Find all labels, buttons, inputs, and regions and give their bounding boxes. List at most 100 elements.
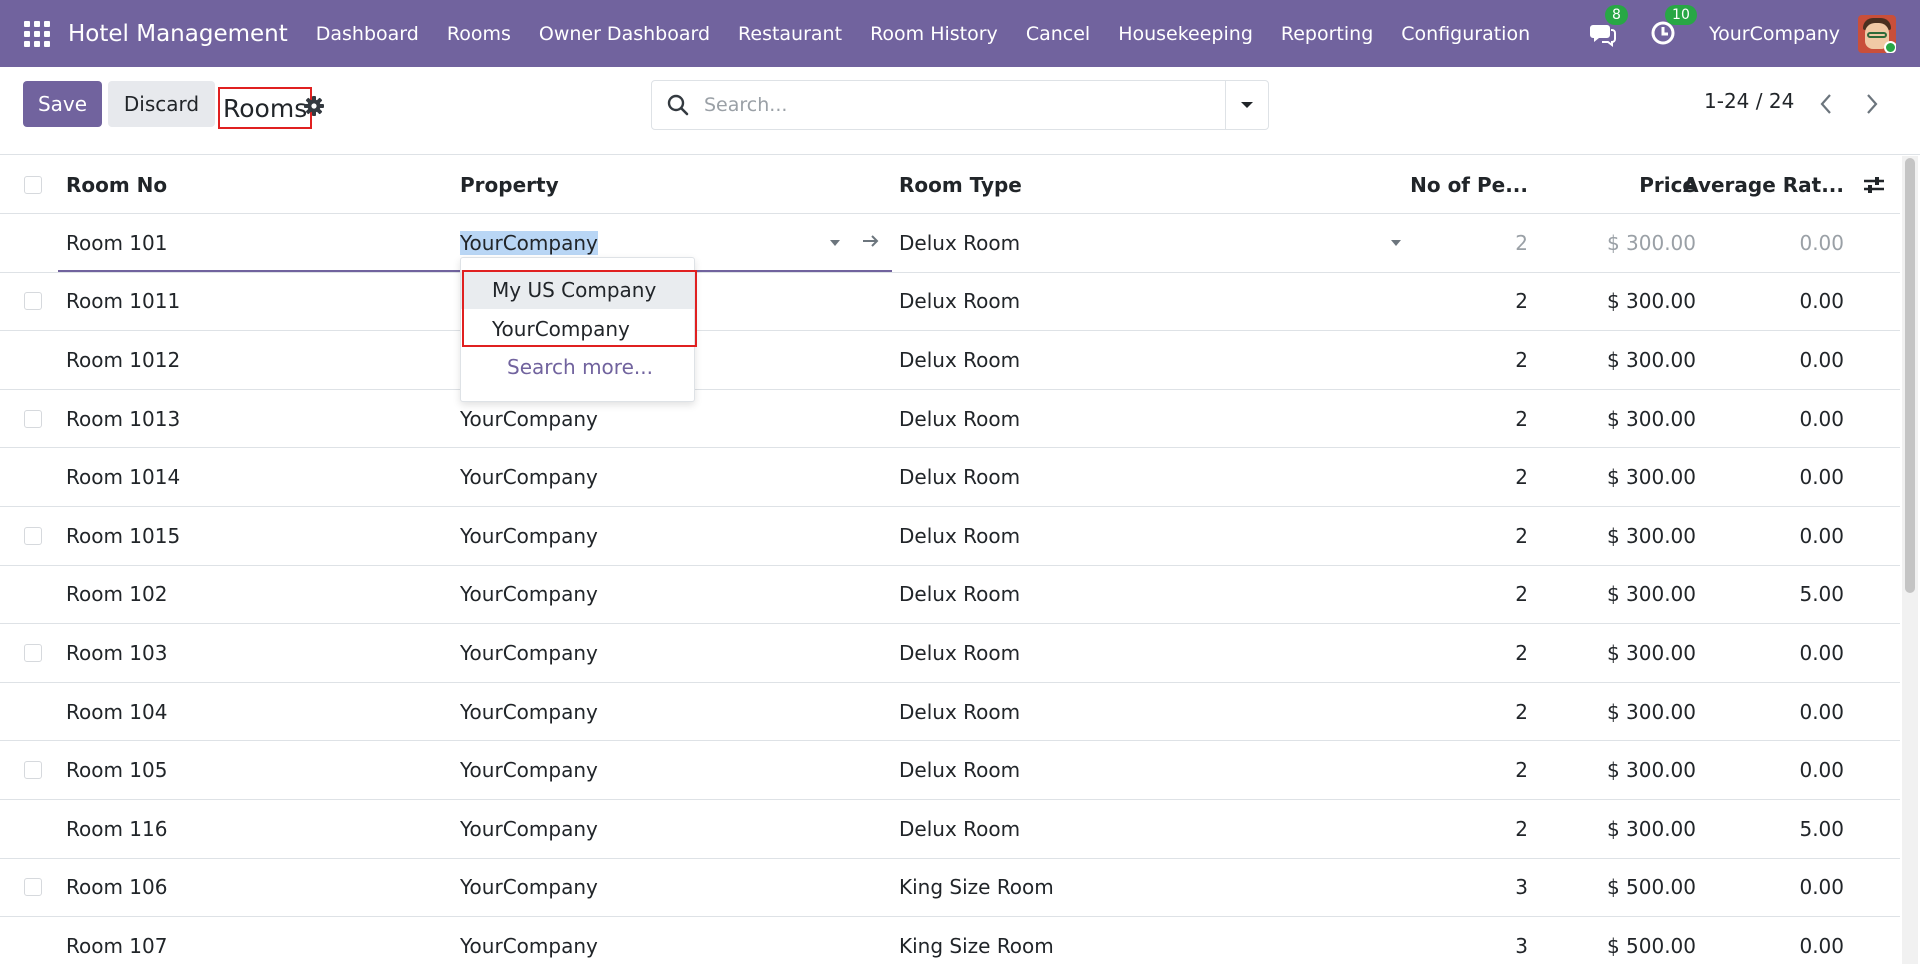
- room-type-field[interactable]: Delux Room: [899, 214, 1020, 272]
- rooms-list: Room No Property Room Type No of Pe... P…: [0, 156, 1900, 964]
- row-checkbox[interactable]: [24, 292, 42, 311]
- table-row[interactable]: Room 1015 YourCompany Delux Room 2 $ 300.00 0…: [0, 507, 1900, 566]
- cell-room-type: Delux Room: [899, 582, 1021, 607]
- cell-price: $ 500.00: [1606, 875, 1696, 900]
- cell-average-rating: 0.00: [1799, 289, 1844, 314]
- room-no-field[interactable]: Room 101: [66, 214, 167, 272]
- row-checkbox[interactable]: [24, 526, 42, 545]
- save-button[interactable]: Save: [23, 81, 102, 127]
- menu-item-room-history[interactable]: Room History: [856, 23, 1012, 45]
- company-switcher[interactable]: YourCompany: [1709, 23, 1840, 45]
- column-header-average-rating[interactable]: Average Rat...: [1683, 156, 1844, 213]
- optional-columns-button[interactable]: [1862, 156, 1886, 213]
- cell-price: $ 300.00: [1606, 230, 1696, 255]
- cell-persons: 2: [1515, 230, 1528, 255]
- apps-menu-icon[interactable]: [24, 20, 50, 47]
- table-row[interactable]: Room 1014 YourCompany Delux Room 2 $ 300.00 0…: [0, 448, 1900, 507]
- cell-price: $ 300.00: [1606, 816, 1696, 841]
- menu-item-dashboard[interactable]: Dashboard: [302, 23, 433, 45]
- column-header-price[interactable]: Price: [1540, 156, 1696, 213]
- cell-persons: 2: [1515, 523, 1528, 548]
- table-row[interactable]: Room 105 YourCompany Delux Room 2 $ 300.00 0.…: [0, 741, 1900, 800]
- table-row-editing[interactable]: Room 101 YourCompany Delux Room 2 $ 300.…: [0, 214, 1900, 273]
- row-checkbox[interactable]: [24, 761, 42, 780]
- table-row[interactable]: Room 116 YourCompany Delux Room 2 $ 300.00 5.…: [0, 800, 1900, 859]
- table-row[interactable]: Room 106 YourCompany King Size Room 3 $ 500.…: [0, 859, 1900, 918]
- gear-icon[interactable]: [303, 95, 325, 117]
- table-row[interactable]: Room 107 YourCompany King Size Room 3 $ 500.…: [0, 917, 1900, 964]
- menu-item-housekeeping[interactable]: Housekeeping: [1104, 23, 1267, 45]
- menu-item-restaurant[interactable]: Restaurant: [724, 23, 856, 45]
- table-row[interactable]: Room 103 YourCompany Delux Room 2 $ 300.00 0.…: [0, 624, 1900, 683]
- user-avatar[interactable]: [1858, 14, 1896, 53]
- cell-average-rating: 0.00: [1799, 406, 1844, 431]
- search-more-link[interactable]: Search more...: [507, 348, 653, 386]
- cell-persons: 2: [1515, 406, 1528, 431]
- row-checkbox[interactable]: [24, 643, 42, 662]
- cell-room-type: Delux Room: [899, 758, 1021, 783]
- property-field-value[interactable]: YourCompany: [460, 230, 598, 255]
- navbar-systray: 8 10 YourCompany: [1589, 0, 1920, 67]
- pager-next-button[interactable]: [1860, 89, 1884, 119]
- options-highlight-box: [462, 270, 697, 347]
- cell-room-type: Delux Room: [899, 816, 1021, 841]
- table-row[interactable]: Room 104 YourCompany Delux Room 2 $ 300.00 0.…: [0, 683, 1900, 742]
- cell-persons: 2: [1515, 465, 1528, 490]
- breadcrumb-title: Rooms: [218, 87, 313, 129]
- menu-item-reporting[interactable]: Reporting: [1267, 23, 1387, 45]
- cell-room-no: Room 116: [66, 816, 168, 841]
- menu-item-configuration[interactable]: Configuration: [1387, 23, 1544, 45]
- menu-item-rooms[interactable]: Rooms: [433, 23, 525, 45]
- menu-item-cancel[interactable]: Cancel: [1012, 23, 1104, 45]
- cell-room-type: King Size Room: [899, 933, 1054, 958]
- scrollbar-thumb[interactable]: [1905, 158, 1915, 593]
- cell-room-type: King Size Room: [899, 875, 1054, 900]
- column-header-room-no[interactable]: Room No: [66, 156, 167, 213]
- activities-button[interactable]: 10: [1649, 4, 1697, 49]
- cell-average-rating: 0.00: [1799, 347, 1844, 372]
- cell-average-rating: 0.00: [1799, 640, 1844, 665]
- control-panel: Save Discard Rooms 1-24 / 24: [0, 67, 1920, 155]
- property-dropdown-caret-icon[interactable]: [830, 240, 840, 246]
- cell-persons: 2: [1515, 289, 1528, 314]
- table-row[interactable]: Room 1012YourCompanyDelux Room2$ 300.000…: [0, 331, 1900, 390]
- top-navbar: Hotel Management Dashboard Rooms Owner D…: [0, 0, 1920, 67]
- column-header-no-of-persons[interactable]: No of Pe...: [1380, 156, 1528, 213]
- search-input[interactable]: [704, 94, 1184, 116]
- pager-previous-button[interactable]: [1814, 89, 1838, 119]
- select-all-checkbox[interactable]: [24, 175, 42, 194]
- cell-room-type: Delux Room: [899, 699, 1021, 724]
- app-title[interactable]: Hotel Management: [68, 21, 288, 47]
- cell-price: $ 300.00: [1606, 640, 1696, 665]
- table-row[interactable]: Room 1011YourCompanyDelux Room2$ 300.000…: [0, 273, 1900, 332]
- menu-item-owner-dashboard[interactable]: Owner Dashboard: [525, 23, 724, 45]
- cell-average-rating: 0.00: [1799, 523, 1844, 548]
- discard-button[interactable]: Discard: [108, 81, 215, 127]
- table-row[interactable]: Room 1013 YourCompany Delux Room 2 $ 300.00 0…: [0, 390, 1900, 449]
- cell-room-no: Room 103: [66, 640, 168, 665]
- cell-property: YourCompany: [460, 758, 598, 783]
- cell-price: $ 500.00: [1606, 933, 1696, 958]
- column-header-property[interactable]: Property: [460, 156, 559, 213]
- messages-button[interactable]: 8: [1589, 4, 1628, 49]
- cell-average-rating: 5.00: [1799, 582, 1844, 607]
- internal-link-arrow-icon[interactable]: [860, 230, 882, 252]
- row-checkbox[interactable]: [24, 409, 42, 428]
- activities-count-badge: 10: [1665, 4, 1697, 25]
- column-header-room-type[interactable]: Room Type: [899, 156, 1022, 213]
- cell-persons: 3: [1515, 875, 1528, 900]
- property-autocomplete-dropdown: My US Company YourCompany Search more...: [460, 257, 697, 402]
- table-row[interactable]: Room 102 YourCompany Delux Room 2 $ 300.00 5.…: [0, 566, 1900, 625]
- online-status-dot: [1884, 40, 1896, 53]
- cell-property: YourCompany: [460, 523, 598, 548]
- row-checkbox[interactable]: [24, 878, 42, 897]
- cell-room-no: Room 104: [66, 699, 168, 724]
- search-icon: [667, 94, 689, 116]
- cell-room-type: Delux Room: [899, 523, 1021, 548]
- list-scrollbar[interactable]: [1902, 156, 1918, 964]
- search-options-toggle[interactable]: [1225, 81, 1268, 129]
- cell-price: $ 300.00: [1606, 465, 1696, 490]
- cell-persons: 2: [1515, 816, 1528, 841]
- table-header: Room No Property Room Type No of Pe... P…: [0, 156, 1900, 214]
- pager-value[interactable]: 1-24 / 24: [1704, 89, 1794, 113]
